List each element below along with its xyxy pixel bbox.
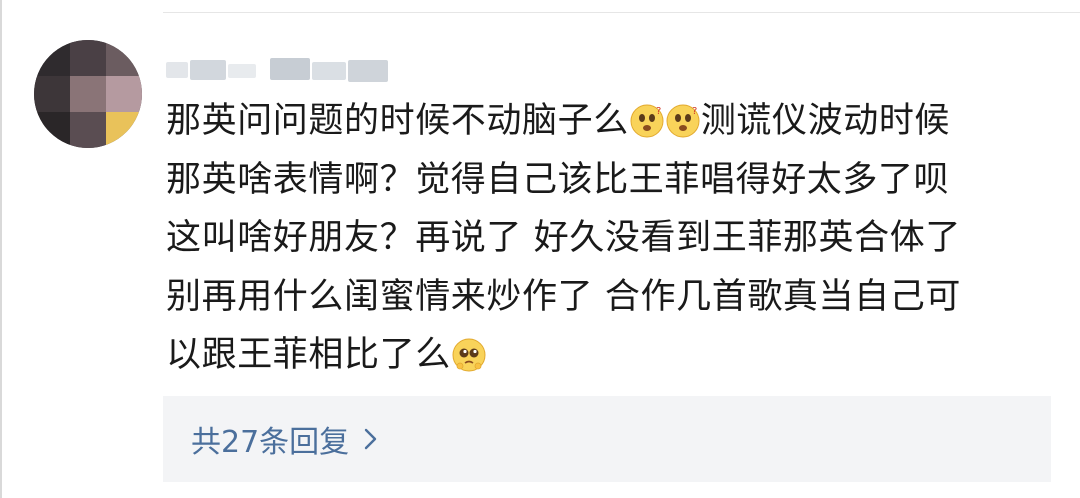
view-replies-link[interactable]: 共27条回复 [191,418,379,460]
comment-line: 那英问问题的时候不动脑子么 ? ? 测谎仪波动时候 [166,92,1056,151]
username-mosaic-tile [228,64,256,78]
avatar-mosaic-tile [106,40,142,76]
comment-text: 别再用什么闺蜜情来炒作了 合作几首歌真当自己可 [166,276,961,317]
avatar-mosaic-tile [70,40,106,76]
username-blurred[interactable] [166,56,394,86]
username-mosaic-tile [190,60,226,80]
comment-line: 别再用什么闺蜜情来炒作了 合作几首歌真当自己可 [166,268,1056,327]
comment-line: 那英啥表情啊？觉得自己该比王菲唱得好太多了呗 [166,151,1056,210]
username-mosaic-tile [270,58,310,80]
top-divider [163,12,1080,13]
replies-panel: 共27条回复 [163,396,1051,482]
avatar-mosaic-tile [70,76,106,112]
avatar-mosaic-tile [70,112,106,148]
username-mosaic-tile [312,62,346,80]
comment-text: 以跟王菲相比了么 [166,335,451,375]
avatar-mosaic-tile [34,76,70,112]
comment-text: 那英啥表情啊？觉得自己该比王菲唱得好太多了呗 [166,159,950,200]
svg-text:?: ? [656,106,662,117]
comment-line: 以跟王菲相比了么 [166,326,1056,385]
dizzy-face-emoji-icon: ? [630,104,664,138]
avatar-mosaic-tile [34,40,70,76]
avatar-mosaic-tile [106,112,142,148]
avatar[interactable] [34,40,142,148]
avatar-mosaic-tile [34,112,70,148]
svg-text:?: ? [692,106,698,117]
comment-body: 那英问问题的时候不动脑子么 ? ? 测谎仪波动时候 那英啥表情啊？觉得自己该比王… [166,92,1056,385]
comment-line: 这叫啥好朋友？再说了 好久没看到王菲那英合体了 [166,209,1056,268]
comment-text: 测谎仪波动时候 [700,101,951,141]
replies-count-label: 共27条回复 [191,425,350,460]
pleading-face-emoji-icon [452,338,486,372]
chevron-right-icon [364,428,377,450]
comment-text: 那英问问题的时候不动脑子么 [166,101,629,141]
dizzy-face-emoji-icon: ? [666,104,700,138]
username-mosaic-tile [166,62,188,78]
left-edge-divider [0,0,2,498]
username-mosaic-tile [348,60,388,82]
avatar-mosaic-tile [106,76,142,112]
comment-text: 这叫啥好朋友？再说了 好久没看到王菲那英合体了 [166,218,961,258]
